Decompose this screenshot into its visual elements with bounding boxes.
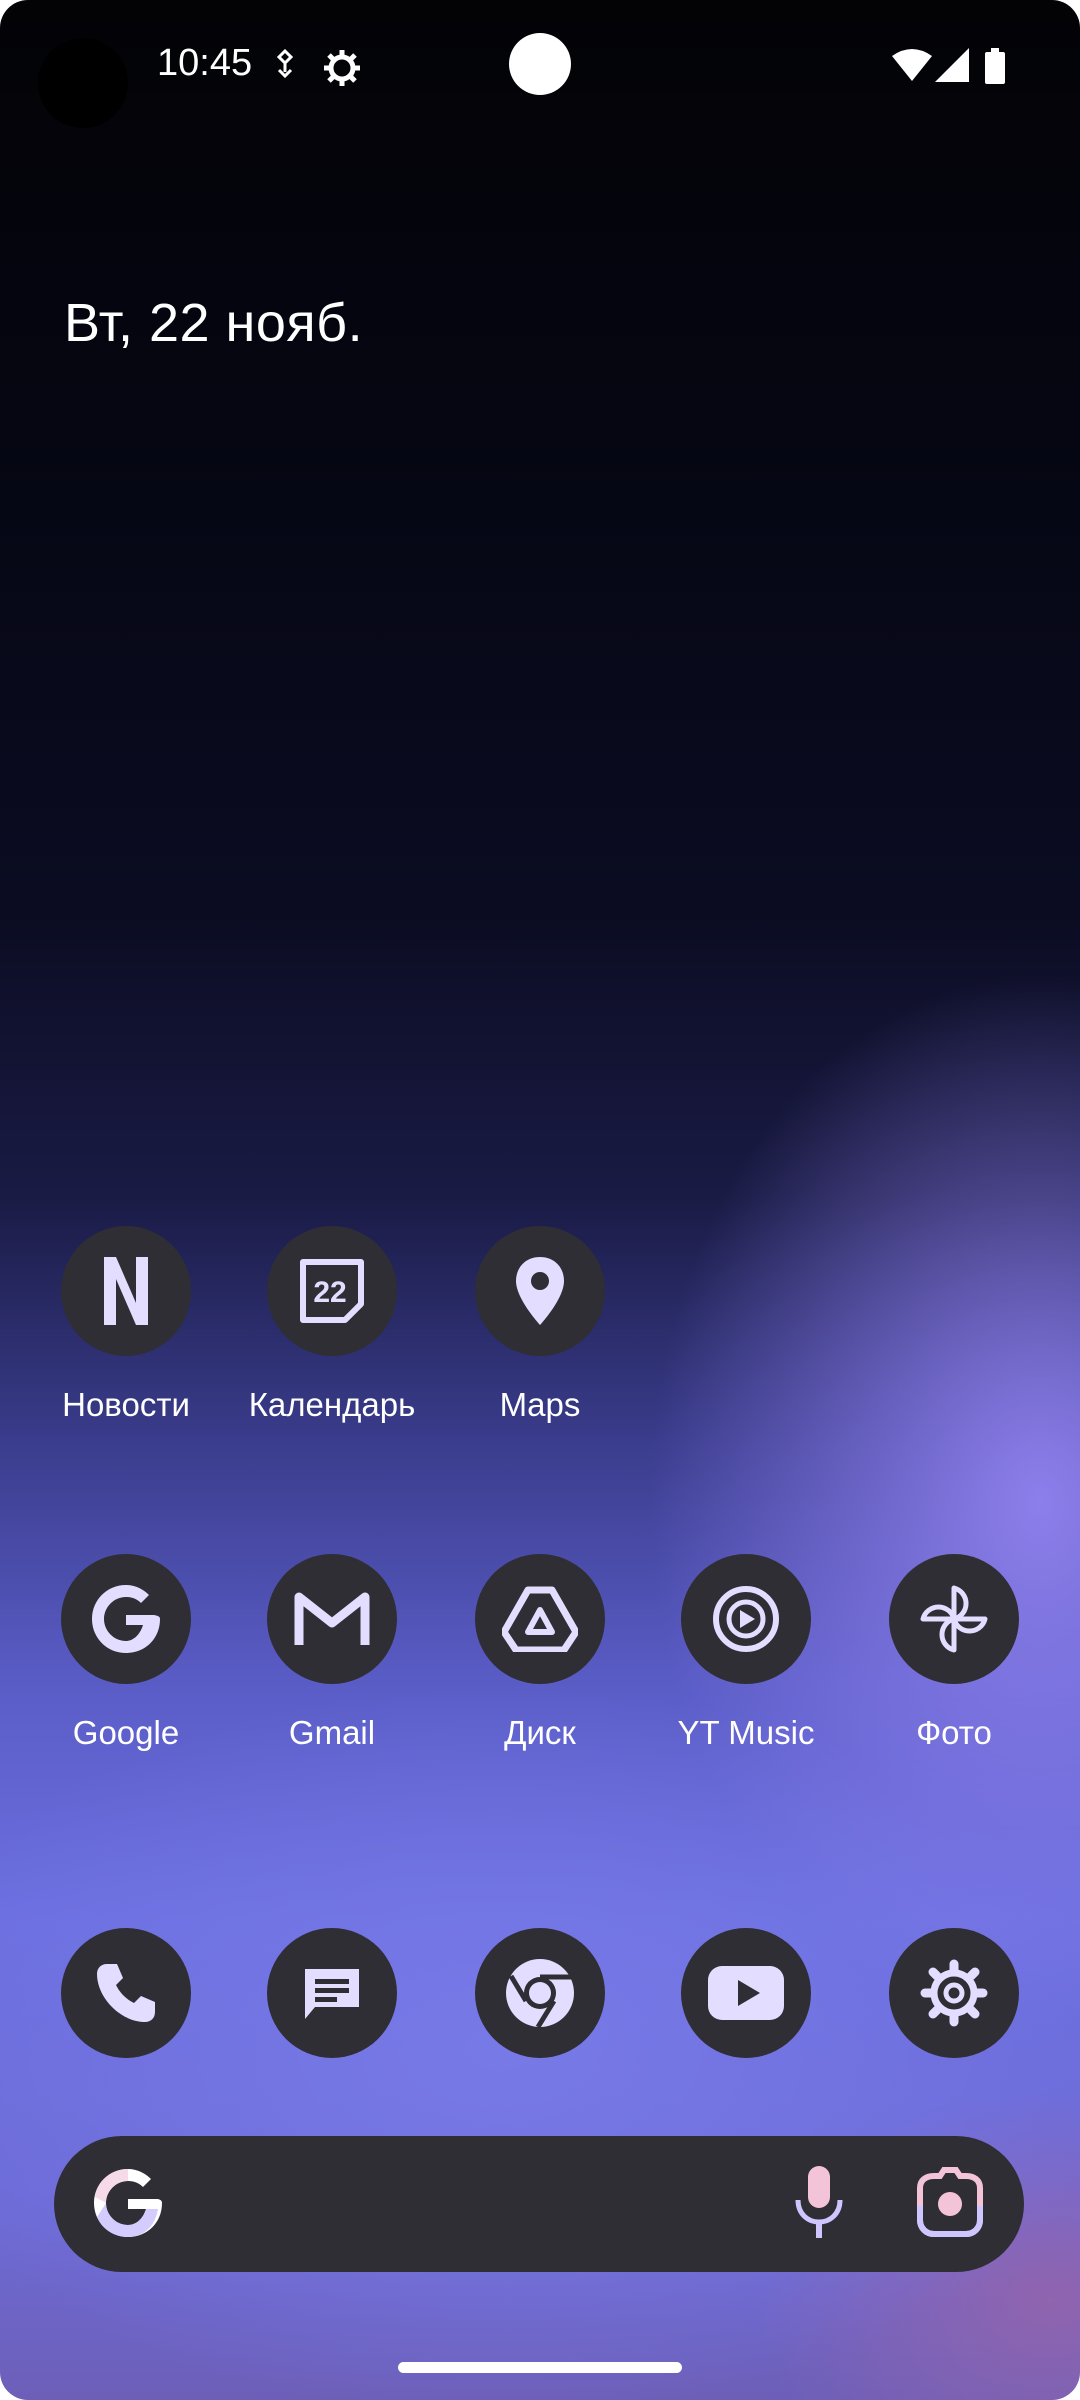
news-icon (61, 1226, 191, 1356)
settings-gear-status-icon (322, 48, 362, 93)
app-label: YT Music (677, 1714, 815, 1751)
photos-icon (889, 1554, 1019, 1684)
status-bar: 10:45 (0, 0, 1080, 135)
app-gmail[interactable]: Gmail (232, 1554, 432, 1752)
navigation-handle[interactable] (398, 2362, 682, 2373)
chrome-icon (475, 1928, 605, 2058)
gmail-icon (267, 1554, 397, 1684)
date-widget[interactable]: Вт, 22 нояб. (64, 292, 363, 354)
app-calendar[interactable]: 22 Календарь (232, 1226, 432, 1424)
app-label: Новости (62, 1386, 190, 1423)
youtube-icon (681, 1928, 811, 2058)
drive-icon (475, 1554, 605, 1684)
google-search-bar[interactable] (54, 2136, 1024, 2272)
google-icon (61, 1554, 191, 1684)
wifi-icon (892, 48, 932, 87)
app-maps[interactable]: Maps (440, 1226, 640, 1424)
camera-cutout (509, 33, 571, 95)
app-label: Календарь (248, 1386, 416, 1423)
maps-pin-icon (475, 1226, 605, 1356)
dock-messages[interactable] (232, 1928, 432, 2058)
phone-icon (61, 1928, 191, 2058)
status-time: 10:45 (157, 42, 253, 84)
app-label: Maps (499, 1386, 581, 1423)
app-google[interactable]: Google (26, 1554, 226, 1752)
app-news[interactable]: Новости (26, 1226, 226, 1424)
app-label: Google (72, 1714, 180, 1751)
app-drive[interactable]: Диск (440, 1554, 640, 1752)
messages-icon (267, 1928, 397, 2058)
cell-signal-icon (935, 48, 969, 87)
dock-chrome[interactable] (440, 1928, 640, 2058)
dock-youtube[interactable] (646, 1928, 846, 2058)
yt-music-icon (681, 1554, 811, 1684)
app-photos[interactable]: Фото (854, 1554, 1054, 1752)
vpn-key-icon (270, 48, 300, 89)
front-camera (38, 38, 128, 128)
dock-settings[interactable] (854, 1928, 1054, 2058)
dock-phone[interactable] (26, 1928, 226, 2058)
microphone-icon[interactable] (792, 2164, 846, 2247)
calendar-day: 22 (313, 1276, 346, 1309)
app-label: Диск (504, 1714, 576, 1751)
calendar-icon: 22 (267, 1226, 397, 1356)
settings-icon (889, 1928, 1019, 2058)
google-g-icon[interactable] (92, 2167, 164, 2244)
app-yt-music[interactable]: YT Music (646, 1554, 846, 1752)
app-label: Фото (916, 1714, 992, 1751)
app-label: Gmail (288, 1714, 376, 1751)
battery-icon (985, 48, 1005, 89)
google-lens-icon[interactable] (912, 2166, 988, 2247)
